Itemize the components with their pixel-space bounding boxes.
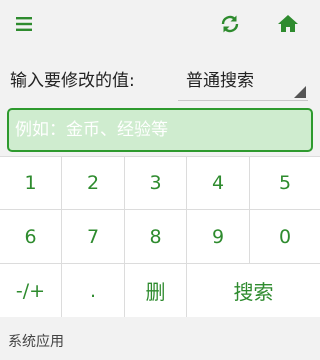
key-delete[interactable]: 删 (125, 264, 187, 317)
value-input-box (7, 108, 313, 152)
home-icon (278, 15, 298, 32)
key-0[interactable]: 0 (250, 210, 320, 264)
key-4[interactable]: 4 (187, 157, 250, 210)
key-6[interactable]: 6 (0, 210, 62, 264)
key-7[interactable]: 7 (62, 210, 125, 264)
key-5[interactable]: 5 (250, 157, 320, 210)
key-3[interactable]: 3 (125, 157, 187, 210)
menu-icon (16, 17, 32, 31)
key-1[interactable]: 1 (0, 157, 62, 210)
key-9[interactable]: 9 (187, 210, 250, 264)
footer-label: 系统应用 (8, 334, 64, 350)
value-input[interactable] (9, 110, 305, 150)
top-bar (0, 0, 320, 48)
search-type-value: 普通搜索 (186, 71, 254, 91)
keypad: 1 2 3 4 5 6 7 8 9 0 -/+ . 删 搜索 (0, 156, 320, 317)
search-type-dropdown[interactable]: 普通搜索 (178, 58, 308, 101)
refresh-icon (221, 15, 239, 33)
key-2[interactable]: 2 (62, 157, 125, 210)
search-button[interactable]: 搜索 (187, 264, 320, 317)
key-8[interactable]: 8 (125, 210, 187, 264)
refresh-button[interactable] (218, 12, 242, 36)
home-button[interactable] (276, 12, 300, 36)
dropdown-corner-icon (294, 86, 306, 98)
key-decimal[interactable]: . (62, 264, 125, 317)
menu-button[interactable] (14, 12, 38, 36)
value-label: 输入要修改的值: (10, 71, 135, 91)
value-row: 输入要修改的值: 普通搜索 (0, 58, 320, 101)
key-sign-toggle[interactable]: -/+ (0, 264, 62, 317)
footer-bar: 系统应用 (0, 318, 320, 360)
